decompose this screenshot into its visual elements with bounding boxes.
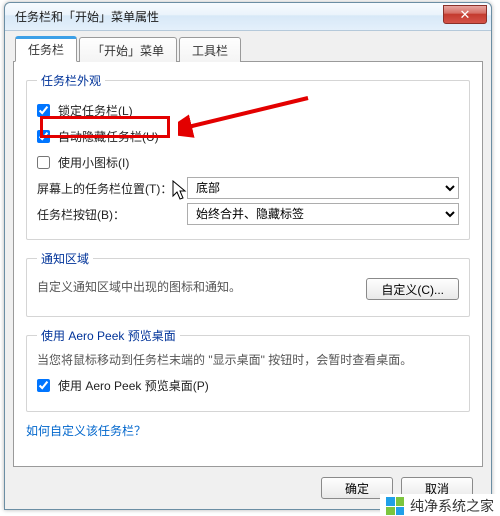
group-aero-peek: 使用 Aero Peek 预览桌面 当您将鼠标移动到任务栏末端的 "显示桌面" … [26,327,470,412]
help-link[interactable]: 如何自定义该任务栏？ [26,424,146,438]
checkbox-small-icons-label: 使用小图标(I) [58,154,129,171]
checkbox-aero-peek-label: 使用 Aero Peek 预览桌面(P) [58,377,209,394]
tab-taskbar[interactable]: 任务栏 [15,36,77,62]
tab-start-menu[interactable]: 「开始」菜单 [79,37,177,62]
checkbox-aero-peek-input[interactable] [37,379,50,392]
client-area: 任务栏 「开始」菜单 工具栏 任务栏外观 锁定任务栏(L) 自动隐藏任务栏(U) [5,31,491,509]
checkbox-autohide-taskbar[interactable]: 自动隐藏任务栏(U) [37,128,159,145]
checkbox-lock-taskbar-input[interactable] [37,104,50,117]
watermark-logo-icon [386,497,404,515]
checkbox-aero-peek[interactable]: 使用 Aero Peek 预览桌面(P) [37,377,209,394]
watermark: 纯净系统之家 [380,494,500,516]
group-aero-legend: 使用 Aero Peek 预览桌面 [37,327,180,344]
notification-desc: 自定义通知区域中出现的图标和通知。 [37,279,241,296]
checkbox-small-icons-input[interactable] [37,156,50,169]
taskbar-properties-dialog: 任务栏和「开始」菜单属性 ✕ 任务栏 「开始」菜单 工具栏 任务栏外观 锁定任务… [4,2,492,510]
label-taskbar-buttons: 任务栏按钮(B)： [37,206,187,223]
group-notification-area: 通知区域 自定义通知区域中出现的图标和通知。 自定义(C)... [26,250,470,317]
group-appearance: 任务栏外观 锁定任务栏(L) 自动隐藏任务栏(U) [26,72,470,240]
tabpage-taskbar: 任务栏外观 锁定任务栏(L) 自动隐藏任务栏(U) [13,61,483,467]
checkbox-lock-taskbar[interactable]: 锁定任务栏(L) [37,102,133,119]
window-title: 任务栏和「开始」菜单属性 [15,8,159,25]
checkbox-small-icons[interactable]: 使用小图标(I) [37,154,129,171]
checkbox-autohide-taskbar-input[interactable] [37,130,50,143]
aero-desc: 当您将鼠标移动到任务栏末端的 "显示桌面" 按钮时，会暂时查看桌面。 [37,352,459,369]
tab-toolbars[interactable]: 工具栏 [179,37,241,62]
combo-taskbar-buttons[interactable]: 始终合并、隐藏标签 [187,203,459,225]
close-icon: ✕ [460,7,471,22]
group-notification-legend: 通知区域 [37,250,93,267]
checkbox-lock-taskbar-label: 锁定任务栏(L) [58,102,133,119]
customize-button[interactable]: 自定义(C)... [366,278,459,300]
close-button[interactable]: ✕ [443,5,487,24]
group-appearance-legend: 任务栏外观 [37,72,105,89]
tabstrip: 任务栏 「开始」菜单 工具栏 [15,37,483,61]
combo-taskbar-position[interactable]: 底部 [187,177,459,199]
checkbox-autohide-taskbar-label: 自动隐藏任务栏(U) [58,128,159,145]
titlebar[interactable]: 任务栏和「开始」菜单属性 ✕ [5,3,491,31]
watermark-text: 纯净系统之家 [410,496,494,516]
label-taskbar-position: 屏幕上的任务栏位置(T)： [37,180,187,197]
